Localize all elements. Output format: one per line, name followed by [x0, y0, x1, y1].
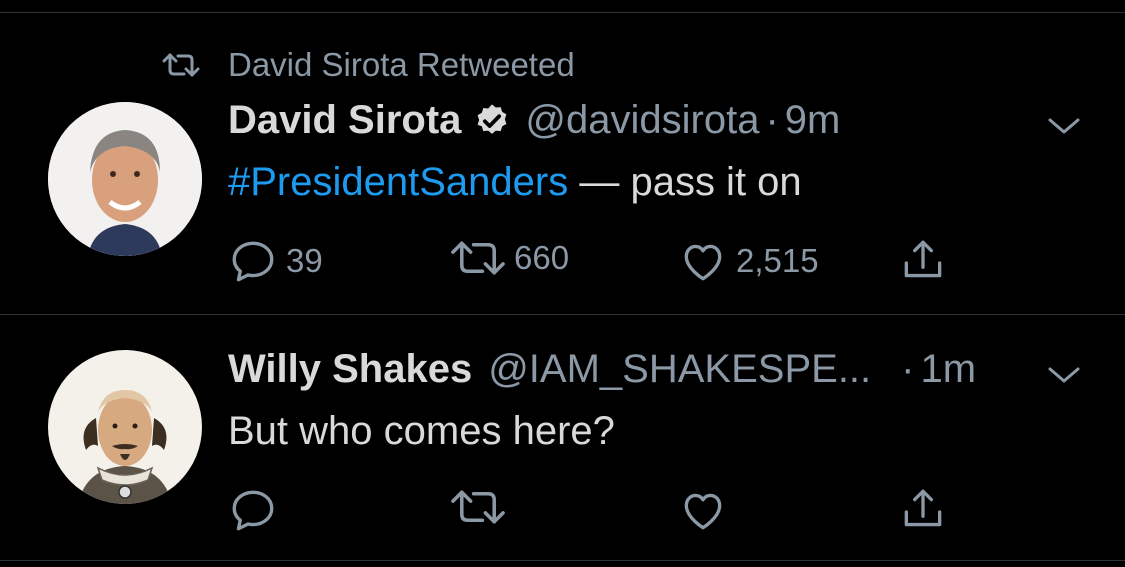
like-button[interactable] — [678, 485, 736, 535]
retweet-button[interactable]: 660 — [450, 236, 569, 280]
verified-badge-icon — [477, 103, 507, 134]
bottom-divider — [0, 560, 1125, 561]
like-icon — [684, 493, 722, 530]
retweet-count: 660 — [514, 239, 570, 276]
tweet-text: #PresidentSanders — pass it on — [228, 160, 802, 205]
tweet-header: Willy Shakes @IAM_SHAKESPE... · 1m — [228, 347, 976, 392]
retweet-icon — [451, 490, 505, 524]
tweet-text-rest: — pass it on — [568, 160, 802, 204]
reply-icon — [232, 241, 274, 282]
avatar[interactable] — [48, 350, 202, 504]
like-button[interactable]: 2,515 — [678, 236, 819, 286]
chevron-down-icon[interactable] — [1046, 114, 1082, 138]
tweet-time[interactable]: 1m — [920, 347, 976, 392]
chevron-down-icon[interactable] — [1046, 363, 1082, 387]
separator-dot: · — [901, 347, 915, 391]
hashtag-link[interactable]: #PresidentSanders — [228, 160, 568, 204]
author-handle[interactable]: @davidsirota — [525, 98, 759, 143]
reply-button[interactable]: 39 — [228, 236, 323, 286]
share-button[interactable] — [898, 485, 956, 535]
share-button[interactable] — [898, 236, 956, 286]
retweet-button[interactable] — [450, 485, 514, 529]
share-icon — [904, 489, 942, 527]
share-icon — [904, 240, 942, 278]
retweet-context: David Sirota Retweeted — [162, 46, 575, 84]
like-icon — [684, 244, 722, 281]
like-count: 2,515 — [736, 242, 819, 279]
reply-icon — [232, 490, 274, 531]
tweet-time[interactable]: 9m — [785, 98, 841, 143]
reply-count: 39 — [286, 242, 323, 279]
separator-dot: · — [765, 98, 779, 142]
reply-button[interactable] — [228, 485, 286, 535]
avatar[interactable] — [48, 102, 202, 256]
tweet-text: But who comes here? — [228, 409, 615, 453]
author-name[interactable]: Willy Shakes — [228, 347, 472, 392]
author-handle[interactable]: @IAM_SHAKESPE... — [488, 347, 871, 392]
tweet-header: David Sirota @davidsirota · 9m — [228, 98, 840, 143]
tweet-retweeted[interactable]: David Sirota Retweeted David Sirota @dav… — [0, 0, 1125, 314]
retweet-icon — [451, 241, 505, 275]
tweet[interactable]: Willy Shakes @IAM_SHAKESPE... · 1m But w… — [0, 315, 1125, 555]
retweet-label: David Sirota Retweeted — [228, 46, 575, 83]
author-name[interactable]: David Sirota — [228, 98, 461, 143]
retweet-icon — [162, 53, 200, 77]
